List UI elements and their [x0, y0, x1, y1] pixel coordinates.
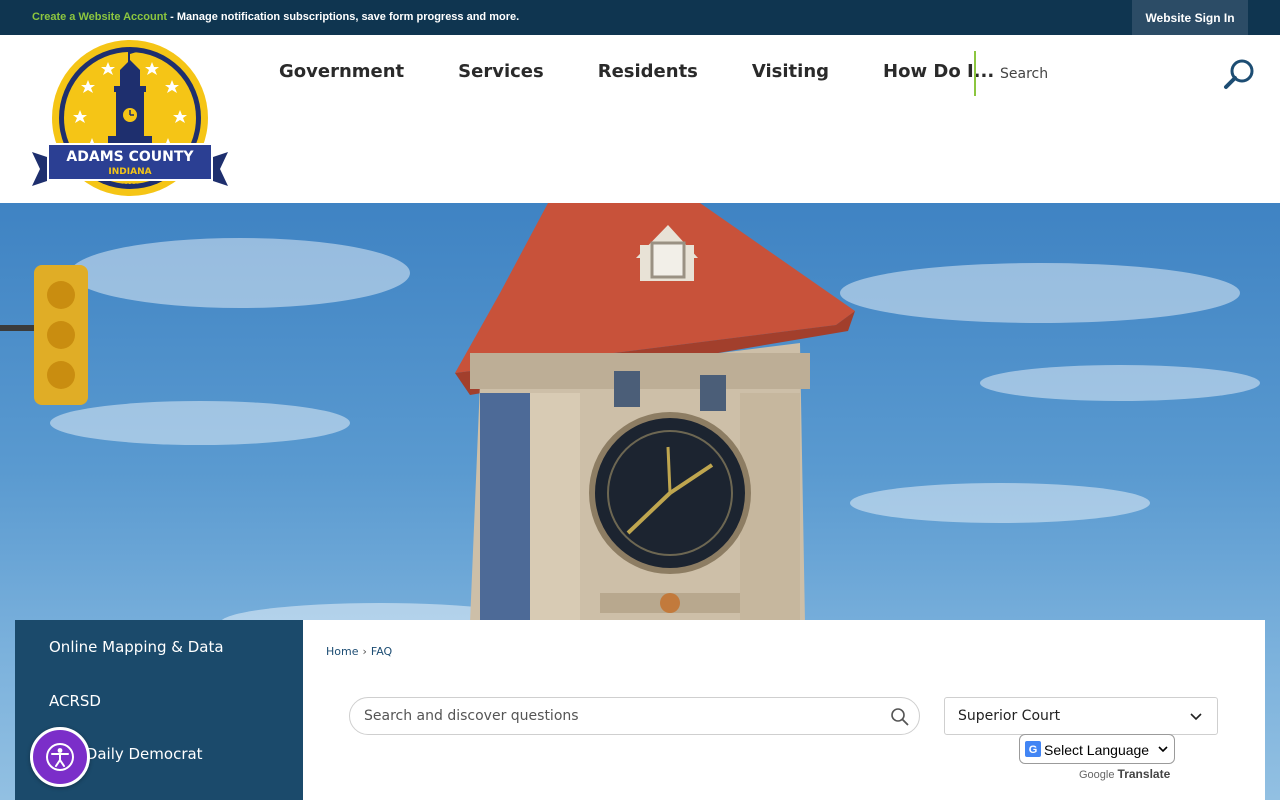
breadcrumb: Home › FAQ: [326, 645, 392, 658]
faq-category-select[interactable]: Superior Court: [944, 697, 1218, 735]
logo-text-county: ADAMS COUNTY: [66, 149, 194, 165]
accessibility-button[interactable]: [30, 727, 90, 787]
language-select-label: Select Language: [1044, 742, 1150, 758]
sidebar-item-acrsd[interactable]: ACRSD: [49, 692, 101, 710]
faq-search-box: [349, 697, 920, 735]
breadcrumb-current: FAQ: [370, 645, 393, 658]
search-divider: [974, 51, 976, 96]
search-button[interactable]: [1220, 55, 1260, 95]
google-g-icon: G: [1025, 741, 1041, 757]
faq-search-input[interactable]: [364, 698, 884, 734]
sidebar-item-online-mapping[interactable]: Online Mapping & Data: [49, 638, 224, 656]
google-wordmark: Google: [1079, 769, 1115, 781]
nav-services[interactable]: Services: [431, 61, 571, 82]
site-search-input[interactable]: [986, 55, 1206, 93]
faq-category-value: Superior Court: [958, 708, 1061, 724]
main-navigation: Government Services Residents Visiting H…: [252, 61, 1021, 82]
language-select[interactable]: G Select Language: [1019, 734, 1175, 764]
google-translate-credit[interactable]: Google Translate: [1079, 767, 1170, 781]
magnifier-icon[interactable]: [890, 707, 910, 727]
breadcrumb-home[interactable]: Home: [326, 645, 358, 658]
logo-text-year: 1836: [122, 183, 137, 190]
account-message-text: - Manage notification subscriptions, sav…: [167, 11, 520, 23]
logo-text-state: INDIANA: [108, 167, 151, 177]
nav-government[interactable]: Government: [252, 61, 431, 82]
chevron-down-icon: [1158, 746, 1168, 753]
account-message: Create a Website Account - Manage notifi…: [32, 11, 519, 23]
top-utility-bar: Create a Website Account - Manage notifi…: [0, 0, 1280, 35]
translate-label: Translate: [1117, 767, 1171, 781]
create-account-link[interactable]: Create a Website Account: [32, 11, 167, 23]
accessibility-icon: [46, 743, 74, 771]
adams-county-logo[interactable]: ADAMS COUNTY INDIANA 1836: [28, 40, 232, 200]
breadcrumb-separator: ›: [362, 645, 367, 658]
svg-text:G: G: [1029, 744, 1038, 756]
nav-residents[interactable]: Residents: [571, 61, 725, 82]
site-header: ADAMS COUNTY INDIANA 1836 Government Ser…: [0, 35, 1280, 203]
nav-visiting[interactable]: Visiting: [725, 61, 856, 82]
search-icon: [1224, 59, 1254, 89]
website-sign-in-button[interactable]: Website Sign In: [1132, 0, 1248, 35]
chevron-down-icon: [1190, 713, 1202, 721]
